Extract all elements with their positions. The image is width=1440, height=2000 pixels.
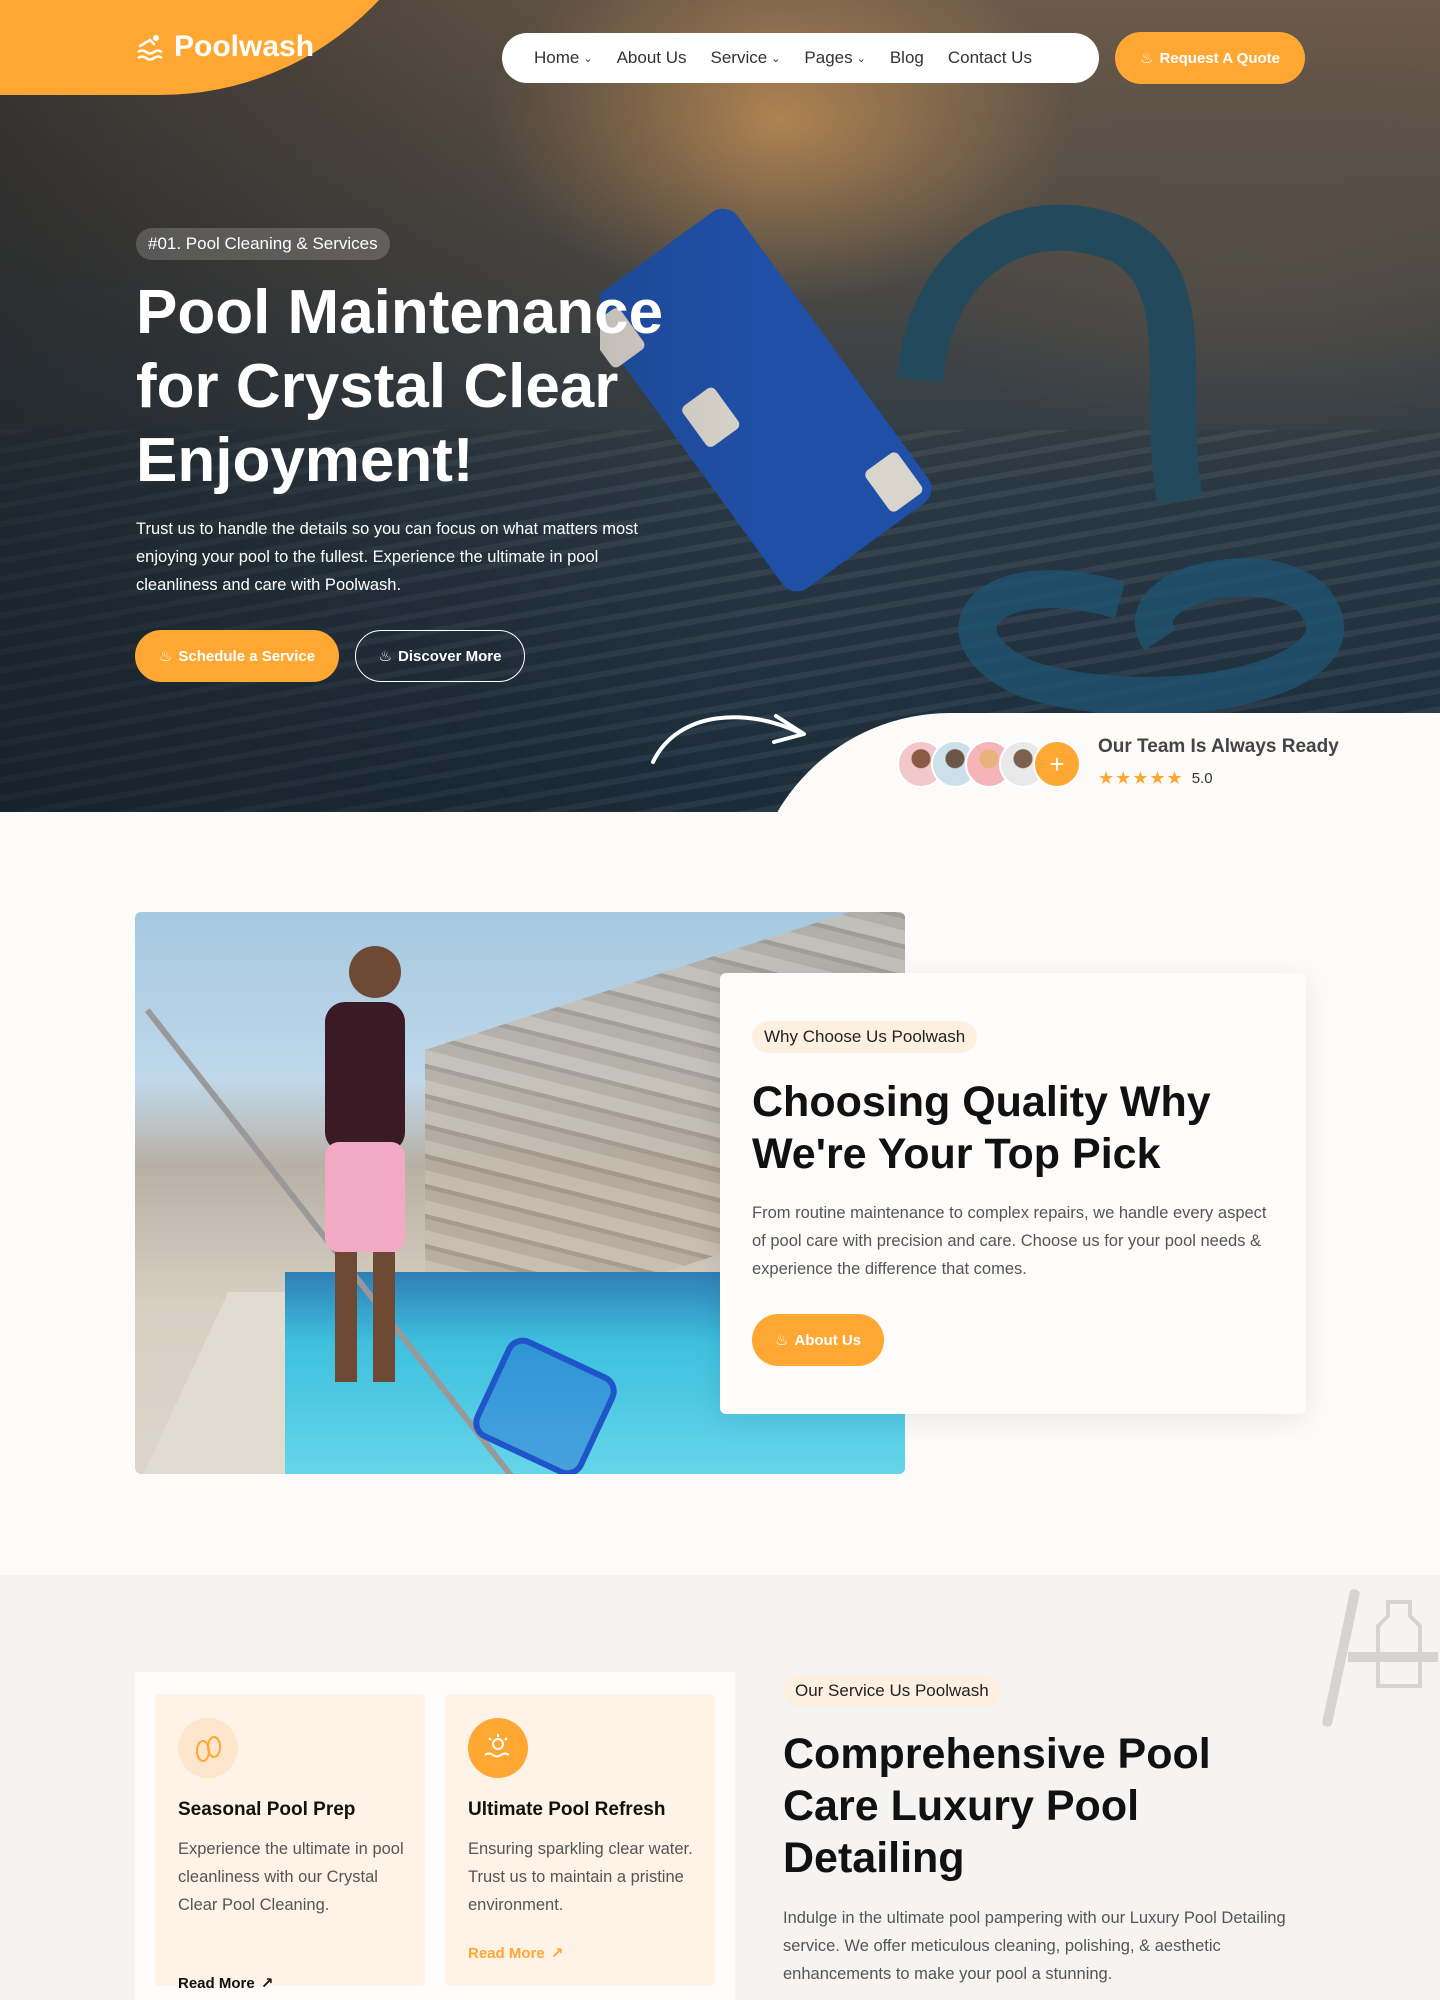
swimmer-icon: ♨	[378, 648, 393, 665]
link-label: Read More	[178, 1974, 255, 1992]
about-us-button[interactable]: ♨ About Us	[752, 1314, 884, 1366]
nav-item-service[interactable]: Service ⌄	[711, 48, 781, 68]
read-more-link[interactable]: Read More ↗	[468, 1944, 564, 1963]
service-title: Seasonal Pool Prep	[178, 1799, 356, 1820]
nav-label: Service	[710, 48, 768, 67]
person-figure	[325, 946, 405, 1382]
arrow-up-right-icon: ↗	[550, 1945, 564, 1962]
nav-item-blog[interactable]: Blog	[890, 48, 924, 68]
service-title: Ultimate Pool Refresh	[468, 1799, 666, 1820]
team-title: Our Team Is Always Ready	[1098, 736, 1339, 757]
add-icon[interactable]: +	[1033, 740, 1081, 788]
swimmer-icon: ♨	[774, 1332, 789, 1349]
flip-flops-icon	[178, 1718, 238, 1778]
section-tag: Our Service Us Poolwash	[783, 1675, 1001, 1707]
chevron-down-icon: ⌄	[771, 52, 781, 65]
button-label: Schedule a Service	[178, 647, 316, 665]
logo[interactable]: Poolwash	[136, 30, 314, 64]
star-rating-icon: ★★★★★	[1098, 768, 1184, 788]
button-label: Request A Quote	[1159, 49, 1281, 67]
swimmer-icon: ♨	[158, 648, 173, 665]
nav-item-about[interactable]: About Us	[617, 48, 687, 68]
hero-section: Poolwash Home ⌄ About Us Service ⌄ Pages ⌄ …	[0, 0, 1440, 812]
main-nav: Home ⌄ About Us Service ⌄ Pages ⌄ Blog Cont…	[502, 33, 1099, 83]
hero-title: Pool Maintenance for Crystal Clear Enjoy…	[136, 278, 664, 495]
service-description: Experience the ultimate in pool cleanlin…	[178, 1840, 404, 1914]
nav-label: Home	[534, 48, 580, 67]
swimmer-icon: ♨	[1139, 50, 1154, 67]
nav-item-home[interactable]: Home ⌄	[534, 48, 593, 68]
rating-value: 5.0	[1191, 770, 1213, 787]
discover-more-button[interactable]: ♨ Discover More	[355, 630, 525, 682]
nav-label: Contact Us	[947, 48, 1032, 67]
nav-label: Pages	[804, 48, 853, 67]
why-description: From routine maintenance to complex repa…	[752, 1204, 1267, 1278]
link-label: Read More	[468, 1944, 545, 1962]
service-description: Ensuring sparkling clear water. Trust us…	[468, 1840, 693, 1914]
services-title: Comprehensive Pool Care Luxury Pool Deta…	[783, 1730, 1211, 1882]
read-more-link[interactable]: Read More ↗	[178, 1974, 274, 1993]
nav-label: Blog	[889, 48, 924, 67]
hero-tag: #01. Pool Cleaning & Services	[136, 228, 390, 260]
nav-item-pages[interactable]: Pages ⌄	[804, 48, 865, 68]
nav-item-contact[interactable]: Contact Us	[948, 48, 1032, 68]
brand-name: Poolwash	[174, 30, 315, 63]
why-title: Choosing Quality Why We're Your Top Pick	[752, 1078, 1211, 1178]
services-description: Indulge in the ultimate pool pampering w…	[783, 1909, 1286, 1983]
swimmer-icon	[137, 35, 163, 61]
squeegee-decoration-icon	[1322, 1589, 1438, 1727]
team-avatars: +	[897, 740, 1081, 788]
sun-water-icon	[468, 1718, 528, 1778]
service-card[interactable]: Ultimate Pool Refresh Ensuring sparkling…	[445, 1694, 715, 1986]
button-label: About Us	[794, 1331, 862, 1349]
request-quote-button[interactable]: ♨ Request A Quote	[1115, 32, 1305, 84]
team-rating: ★★★★★ 5.0	[1098, 768, 1213, 789]
chevron-down-icon: ⌄	[856, 52, 866, 65]
hero-description: Trust us to handle the details so you ca…	[136, 520, 638, 594]
curved-arrow-icon	[651, 714, 806, 764]
chevron-down-icon: ⌄	[583, 52, 593, 65]
arrow-up-right-icon: ↗	[260, 1975, 274, 1992]
section-tag: Why Choose Us Poolwash	[752, 1021, 978, 1053]
schedule-service-button[interactable]: ♨ Schedule a Service	[135, 630, 339, 682]
nav-label: About Us	[616, 48, 687, 67]
button-label: Discover More	[398, 647, 502, 665]
why-choose-card: Why Choose Us Poolwash Choosing Quality …	[720, 973, 1306, 1414]
service-card[interactable]: Seasonal Pool Prep Experience the ultima…	[155, 1694, 425, 1992]
